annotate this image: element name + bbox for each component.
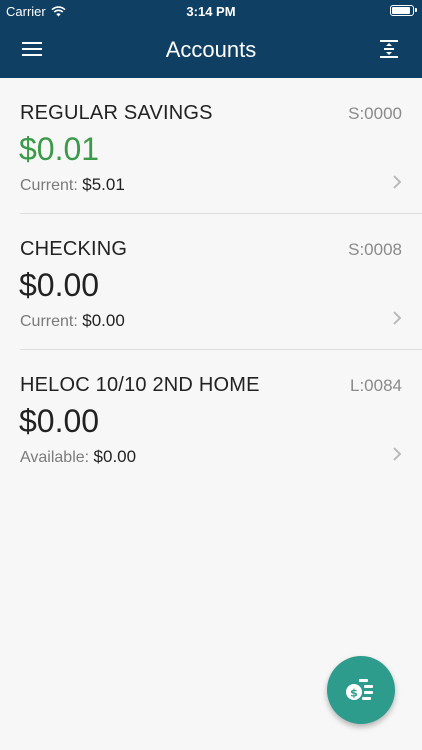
sub-balance-value: $5.01 — [82, 175, 125, 194]
svg-text:$: $ — [350, 687, 358, 700]
transfer-fab-button[interactable]: $ — [327, 656, 395, 724]
account-sub-balance: Current: $0.00 — [20, 311, 125, 331]
account-row-heloc[interactable]: HELOC 10/10 2ND HOME L:0084 $0.00 Availa… — [0, 350, 422, 486]
sub-balance-value: $0.00 — [82, 311, 125, 330]
account-list: REGULAR SAVINGS S:0000 $0.01 Current: $5… — [0, 78, 422, 486]
money-transfer-icon: $ — [346, 679, 373, 700]
account-number: L:0084 — [350, 376, 402, 395]
account-sub-balance: Current: $5.01 — [20, 175, 125, 195]
chevron-right-icon — [393, 175, 402, 189]
account-balance: $0.00 — [19, 267, 100, 303]
account-name: CHECKING — [20, 238, 128, 260]
page-title: Accounts — [165, 37, 257, 62]
account-row-checking[interactable]: CHECKING S:0008 $0.00 Current: $0.00 — [0, 214, 422, 350]
account-balance: $0.01 — [19, 131, 100, 167]
sub-balance-label: Current: — [20, 313, 78, 330]
reorder-icon[interactable] — [378, 38, 400, 60]
sub-balance-value: $0.00 — [93, 447, 137, 466]
sub-balance-label: Available: — [20, 449, 90, 466]
nav-bar: Accounts — [0, 22, 422, 78]
chevron-right-icon — [393, 447, 402, 461]
battery-level — [392, 7, 410, 14]
status-time: 3:14 PM — [186, 4, 236, 19]
account-name: HELOC 10/10 2ND HOME — [20, 374, 260, 396]
account-row-regular-savings[interactable]: REGULAR SAVINGS S:0000 $0.01 Current: $5… — [0, 78, 422, 214]
account-balance: $0.00 — [19, 403, 100, 439]
chevron-right-icon — [393, 311, 402, 325]
status-bar: Carrier 3:14 PM — [0, 0, 422, 22]
account-number: S:0000 — [348, 104, 402, 123]
battery-icon — [390, 5, 417, 16]
account-name: REGULAR SAVINGS — [20, 102, 213, 124]
account-sub-balance: Available: $0.00 — [20, 447, 136, 467]
account-number: S:0008 — [348, 240, 402, 259]
accounts-screen: Carrier 3:14 PM Accounts REGULAR SAVINGS… — [0, 0, 422, 750]
sub-balance-label: Current: — [20, 177, 78, 194]
